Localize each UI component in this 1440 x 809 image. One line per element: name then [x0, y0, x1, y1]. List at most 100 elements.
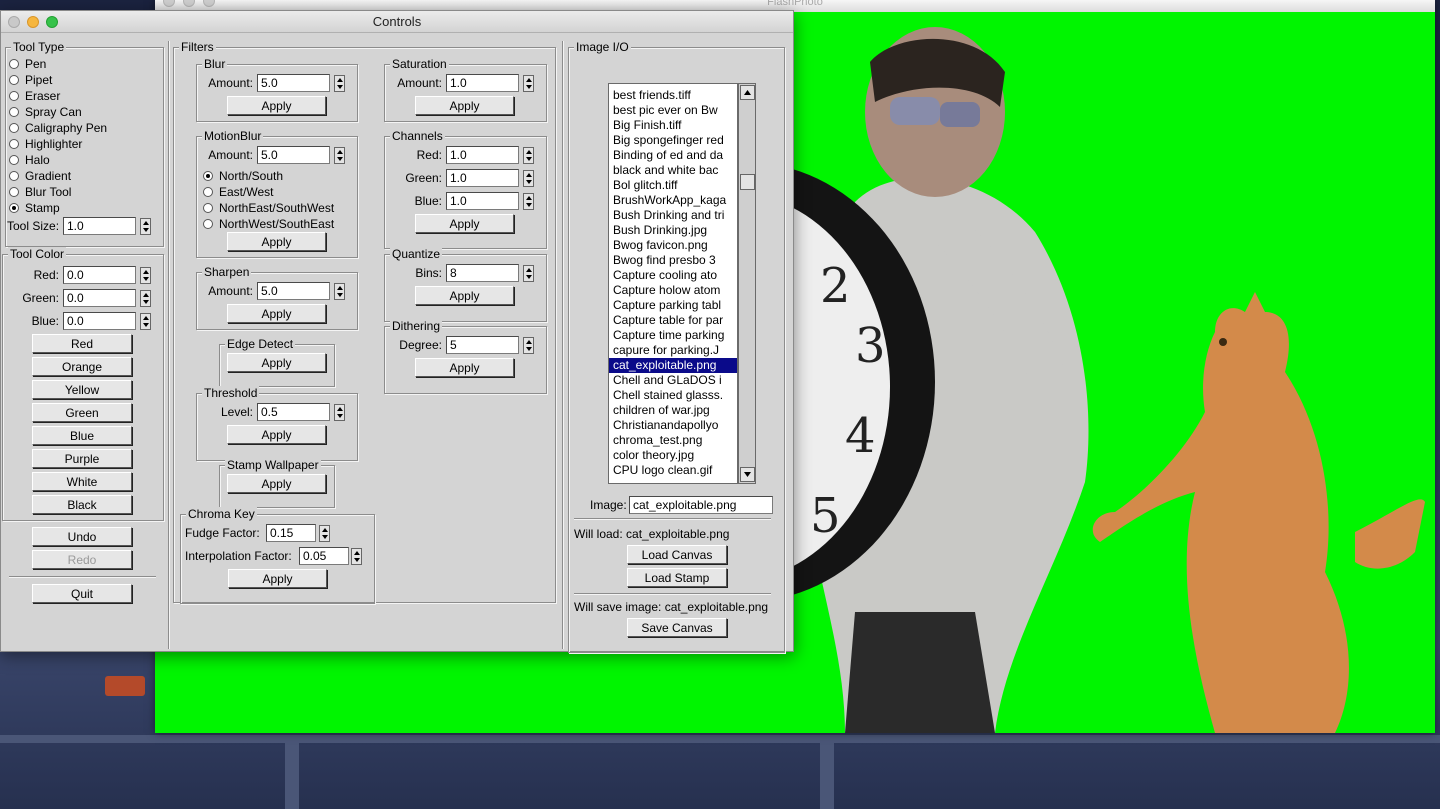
- tool-option-label[interactable]: Pipet: [25, 73, 52, 87]
- tool-option-label[interactable]: Caligraphy Pen: [25, 121, 107, 135]
- dithering-degree-input[interactable]: [446, 336, 519, 354]
- file-list-item[interactable]: Capture holow atom: [609, 283, 737, 298]
- load-stamp-button[interactable]: Load Stamp: [627, 568, 727, 587]
- close-icon[interactable]: [163, 0, 175, 7]
- channel-blue-stepper[interactable]: [523, 193, 534, 210]
- threshold-apply-button[interactable]: Apply: [227, 425, 326, 444]
- scroll-down-icon[interactable]: [740, 467, 755, 482]
- threshold-level-input[interactable]: [257, 403, 330, 421]
- blue-stepper[interactable]: [140, 313, 151, 330]
- color-blue-button[interactable]: Blue: [32, 426, 132, 445]
- channel-blue-input[interactable]: [446, 192, 519, 210]
- sharpen-apply-button[interactable]: Apply: [227, 304, 326, 323]
- load-canvas-button[interactable]: Load Canvas: [627, 545, 727, 564]
- quit-button[interactable]: Quit: [32, 584, 132, 603]
- file-list-item[interactable]: Christianandapollyo: [609, 418, 737, 433]
- file-list-item[interactable]: Capture time parking: [609, 328, 737, 343]
- file-list[interactable]: best friends.tiff best pic ever on Bw Big …: [608, 83, 738, 484]
- direction-radio-icon[interactable]: [203, 219, 213, 229]
- save-canvas-button[interactable]: Save Canvas: [627, 618, 727, 637]
- file-list-item[interactable]: Bwog find presbo 3: [609, 253, 737, 268]
- tool-option-label[interactable]: Spray Can: [25, 105, 82, 119]
- color-black-button[interactable]: Black: [32, 495, 132, 514]
- fudge-factor-input[interactable]: [266, 524, 316, 542]
- tool-size-stepper[interactable]: [140, 218, 151, 235]
- red-input[interactable]: [63, 266, 136, 284]
- zoom-icon[interactable]: [203, 0, 215, 7]
- tool-radio-icon[interactable]: [9, 171, 19, 181]
- tool-radio-icon[interactable]: [9, 59, 19, 69]
- tool-radio-icon[interactable]: [9, 139, 19, 149]
- tool-radio-icon[interactable]: [9, 187, 19, 197]
- direction-radio-icon[interactable]: [203, 203, 213, 213]
- direction-radio-icon[interactable]: [203, 171, 213, 181]
- dithering-apply-button[interactable]: Apply: [415, 358, 514, 377]
- channel-red-stepper[interactable]: [523, 147, 534, 164]
- tool-option-label[interactable]: Stamp: [25, 201, 60, 215]
- channel-green-stepper[interactable]: [523, 170, 534, 187]
- file-list-scrollbar[interactable]: [738, 83, 756, 484]
- tool-option-label[interactable]: Halo: [25, 153, 50, 167]
- direction-option-label[interactable]: North/South: [219, 169, 283, 183]
- file-list-item[interactable]: Capture cooling ato: [609, 268, 737, 283]
- color-orange-button[interactable]: Orange: [32, 357, 132, 376]
- tool-radio-icon[interactable]: [9, 203, 19, 213]
- interpolation-factor-input[interactable]: [299, 547, 349, 565]
- channel-red-input[interactable]: [446, 146, 519, 164]
- redo-button[interactable]: Redo: [32, 550, 132, 569]
- threshold-level-stepper[interactable]: [334, 404, 345, 421]
- file-list-item[interactable]: Bol glitch.tiff: [609, 178, 737, 193]
- zoom-icon[interactable]: [46, 16, 58, 28]
- tool-radio-icon[interactable]: [9, 107, 19, 117]
- file-list-item[interactable]: Big Finish.tiff: [609, 118, 737, 133]
- quantize-bins-stepper[interactable]: [523, 265, 534, 282]
- blur-apply-button[interactable]: Apply: [227, 96, 326, 115]
- blur-amount-input[interactable]: [257, 74, 330, 92]
- color-purple-button[interactable]: Purple: [32, 449, 132, 468]
- undo-button[interactable]: Undo: [32, 527, 132, 546]
- edge-detect-apply-button[interactable]: Apply: [227, 353, 326, 372]
- file-list-item[interactable]: color theory.jpg: [609, 448, 737, 463]
- file-list-item[interactable]: best pic ever on Bw: [609, 103, 737, 118]
- saturation-amount-input[interactable]: [446, 74, 519, 92]
- channels-apply-button[interactable]: Apply: [415, 214, 514, 233]
- red-stepper[interactable]: [140, 267, 151, 284]
- tool-radio-icon[interactable]: [9, 155, 19, 165]
- file-list-item[interactable]: Capture parking tabl: [609, 298, 737, 313]
- tool-option-label[interactable]: Highlighter: [25, 137, 82, 151]
- tool-radio-icon[interactable]: [9, 91, 19, 101]
- sharpen-amount-input[interactable]: [257, 282, 330, 300]
- file-list-item[interactable]: Chell and GLaDOS i: [609, 373, 737, 388]
- tool-size-input[interactable]: [63, 217, 136, 235]
- minimize-icon[interactable]: [183, 0, 195, 7]
- file-list-item[interactable]: chroma_test.png: [609, 433, 737, 448]
- color-yellow-button[interactable]: Yellow: [32, 380, 132, 399]
- scroll-up-icon[interactable]: [740, 85, 755, 100]
- color-red-button[interactable]: Red: [32, 334, 132, 353]
- direction-radio-icon[interactable]: [203, 187, 213, 197]
- color-white-button[interactable]: White: [32, 472, 132, 491]
- tool-option-label[interactable]: Blur Tool: [25, 185, 71, 199]
- close-icon[interactable]: [8, 16, 20, 28]
- file-list-item[interactable]: children of war.jpg: [609, 403, 737, 418]
- tool-radio-icon[interactable]: [9, 123, 19, 133]
- file-list-item[interactable]: best friends.tiff: [609, 88, 737, 103]
- dithering-degree-stepper[interactable]: [523, 337, 534, 354]
- file-list-item[interactable]: Bwog favicon.png: [609, 238, 737, 253]
- fudge-factor-stepper[interactable]: [319, 525, 330, 542]
- direction-option-label[interactable]: East/West: [219, 185, 273, 199]
- tool-radio-icon[interactable]: [9, 75, 19, 85]
- motion-blur-amount-stepper[interactable]: [334, 147, 345, 164]
- channel-green-input[interactable]: [446, 169, 519, 187]
- direction-option-label[interactable]: NorthWest/SouthEast: [219, 217, 334, 231]
- saturation-amount-stepper[interactable]: [523, 75, 534, 92]
- minimize-icon[interactable]: [27, 16, 39, 28]
- blue-input[interactable]: [63, 312, 136, 330]
- motion-blur-apply-button[interactable]: Apply: [227, 232, 326, 251]
- motion-blur-amount-input[interactable]: [257, 146, 330, 164]
- color-green-button[interactable]: Green: [32, 403, 132, 422]
- file-list-item[interactable]: BrushWorkApp_kaga: [609, 193, 737, 208]
- blur-amount-stepper[interactable]: [334, 75, 345, 92]
- quantize-apply-button[interactable]: Apply: [415, 286, 514, 305]
- file-list-item[interactable]: Big spongefinger red: [609, 133, 737, 148]
